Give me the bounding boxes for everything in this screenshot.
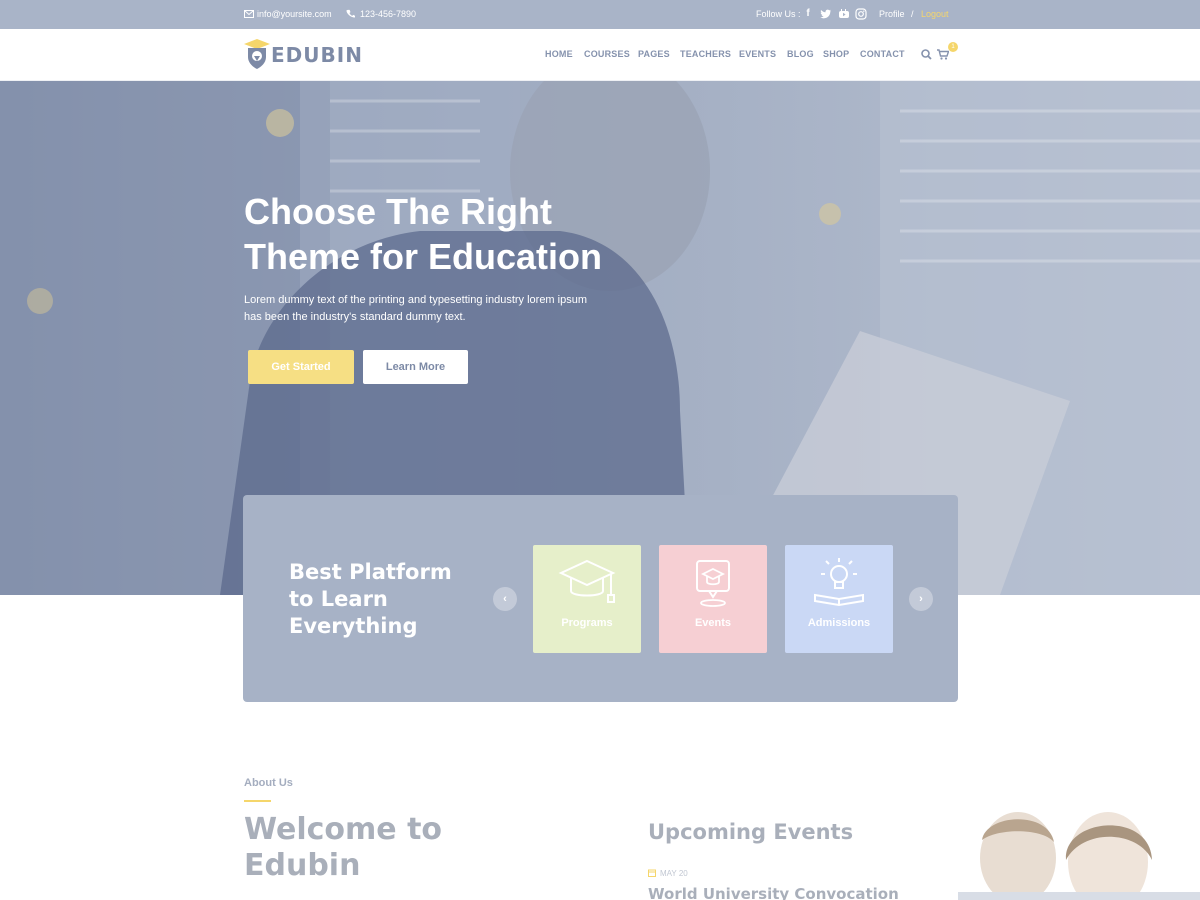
event-pin-icon (696, 560, 730, 607)
carousel-prev-button[interactable]: ‹ (493, 587, 517, 611)
about-title: Welcome to Edubin (244, 812, 442, 884)
about-title-line-2: Edubin (244, 848, 361, 883)
contact-phone[interactable]: 123-456-7890 (360, 0, 416, 29)
platform-title-line-3: Everything (289, 614, 418, 638)
calendar-icon (648, 869, 656, 877)
event-title[interactable]: World University Convocation (648, 885, 899, 900)
about-underline (244, 800, 271, 802)
contact-email[interactable]: info@yoursite.com (257, 0, 332, 29)
carousel-next-button[interactable]: › (909, 587, 933, 611)
platform-title-line-2: to Learn (289, 587, 388, 611)
lightbulb-book-icon (814, 558, 864, 607)
card-admissions-label: Admissions (807, 617, 871, 629)
nav-teachers[interactable]: TEACHERS (680, 49, 731, 59)
cart-count-badge: 1 (948, 42, 958, 52)
nav-contact[interactable]: CONTACT (860, 49, 905, 59)
cart-icon[interactable] (937, 49, 949, 60)
nav-shop[interactable]: SHOP (823, 49, 849, 59)
card-admissions[interactable]: Admissions (785, 545, 893, 653)
card-events[interactable]: Events (659, 545, 767, 653)
nav-home[interactable]: HOME (545, 49, 573, 59)
top-bar: info@yoursite.com 123-456-7890 Follow Us… (0, 0, 1200, 29)
hero-title: Choose The Right Theme for Education (244, 189, 664, 279)
twitter-icon[interactable] (820, 8, 832, 20)
logo-text[interactable]: EDUBIN (271, 43, 363, 67)
facebook-icon[interactable]: f (802, 8, 814, 20)
youtube-icon[interactable] (838, 8, 850, 20)
learn-more-button[interactable]: Learn More (363, 350, 468, 384)
profile-link[interactable]: Profile (879, 0, 905, 29)
platform-title: Best Platform to Learn Everything (289, 559, 452, 640)
hero-subtitle: Lorem dummy text of the printing and typ… (244, 292, 614, 326)
upcoming-events-heading: Upcoming Events (648, 820, 854, 844)
phone-icon (346, 9, 355, 18)
follow-us-label: Follow Us : (756, 9, 801, 19)
logout-link[interactable]: Logout (921, 0, 949, 29)
nav-courses[interactable]: COURSES (584, 49, 630, 59)
about-title-line-1: Welcome to (244, 812, 443, 847)
hero-title-line-2: Theme for Education (244, 236, 603, 277)
card-programs[interactable]: Programs (533, 545, 641, 653)
hero-subtitle-line-1: Lorem dummy text of the printing and typ… (244, 294, 587, 306)
students-photo (958, 800, 1200, 900)
site-header: EDUBIN HOME COURSES PAGES TEACHERS EVENT… (0, 29, 1200, 81)
card-events-label: Events (694, 617, 732, 629)
nav-events[interactable]: EVENTS (739, 49, 776, 59)
platform-title-line-1: Best Platform (289, 560, 452, 584)
graduation-cap-icon (558, 559, 616, 603)
get-started-button[interactable]: Get Started (248, 350, 354, 384)
search-icon[interactable] (921, 49, 932, 60)
card-programs-label: Programs (561, 617, 613, 629)
platform-panel: Best Platform to Learn Everything ‹ Prog… (243, 495, 958, 702)
instagram-icon[interactable] (855, 8, 867, 20)
logo-shield-icon[interactable] (244, 39, 270, 69)
event-date: MAY 20 (660, 869, 688, 878)
nav-blog[interactable]: BLOG (787, 49, 814, 59)
about-us-label: About Us (244, 777, 293, 789)
mail-icon (244, 10, 254, 18)
hero-subtitle-line-2: has been the industry's standard dummy t… (244, 311, 466, 323)
nav-pages[interactable]: PAGES (638, 49, 670, 59)
topbar-separator: / (911, 9, 914, 19)
hero-title-line-1: Choose The Right (244, 191, 552, 232)
